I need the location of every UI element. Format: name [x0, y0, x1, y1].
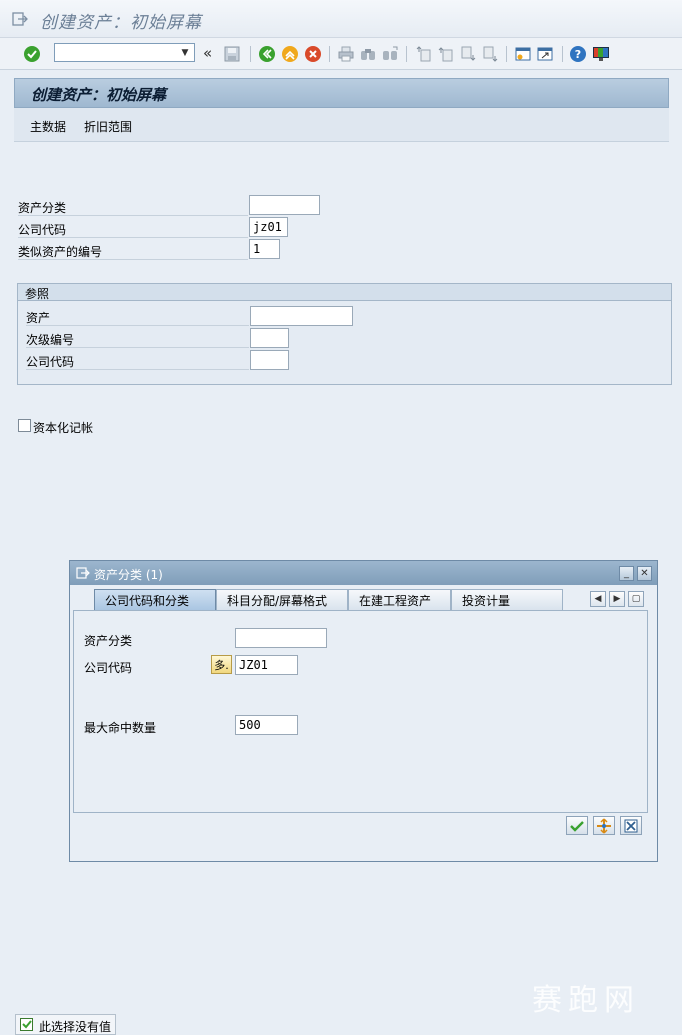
dialog-title: 资产分类 (1)	[94, 568, 163, 582]
dlg-asset-class-label: 资产分类	[84, 634, 133, 648]
ref-asset-input[interactable]	[250, 306, 353, 326]
new-search-button[interactable]	[593, 816, 615, 835]
new-session-icon[interactable]	[513, 44, 533, 64]
first-page-icon[interactable]	[414, 44, 434, 64]
enter-icon[interactable]	[22, 44, 42, 64]
help-icon[interactable]: ?	[568, 44, 588, 64]
tab-scroll-left-icon[interactable]: ◀	[590, 591, 606, 607]
cancel-box-icon	[624, 819, 638, 832]
chevron-down-icon[interactable]: ▼	[178, 45, 192, 60]
reference-group-title: 参照	[25, 287, 50, 301]
asset-class-label: 资产分类	[18, 201, 67, 215]
ref-subnumber-label: 次级编号	[26, 333, 75, 347]
dialog-title-bar: 资产分类 (1) _ ✕	[70, 561, 657, 585]
tab-account-assignment[interactable]: 科目分配/屏幕格式	[216, 589, 348, 610]
svg-text:?: ?	[575, 48, 581, 61]
status-bar: 此选择没有值	[15, 1014, 116, 1035]
exit-up-icon[interactable]	[280, 44, 300, 64]
save-icon[interactable]	[222, 44, 242, 64]
dialog-icon	[76, 567, 90, 579]
company-code-label: 公司代码	[18, 223, 67, 237]
next-page-icon[interactable]	[458, 44, 478, 64]
standard-toolbar: ▼ « ?	[0, 38, 682, 70]
search-help-dialog: 资产分类 (1) _ ✕ 公司代码和分类 科目分配/屏幕格式 在建工程资产 投资…	[69, 560, 658, 862]
tab-scroll-right-icon[interactable]: ▶	[609, 591, 625, 607]
reference-group: 参照 资产 次级编号 公司代码	[17, 283, 672, 385]
dlg-company-code-input[interactable]: JZ01	[235, 655, 298, 675]
similar-assets-input[interactable]: 1	[249, 239, 280, 259]
title-bar: 创建资产：初始屏幕	[0, 0, 682, 38]
page-title: 创建资产：初始屏幕	[31, 86, 167, 104]
back-icon[interactable]	[257, 44, 277, 64]
master-data-button[interactable]: 主数据	[30, 118, 66, 135]
post-capitalization-checkbox[interactable]	[18, 419, 31, 432]
ref-subnumber-input[interactable]	[250, 328, 289, 348]
dlg-company-code-label: 公司代码	[84, 661, 133, 675]
ref-company-code-input[interactable]	[250, 350, 289, 370]
post-capitalization-label: 资本化记帐	[33, 421, 94, 435]
max-hits-label: 最大命中数量	[84, 721, 157, 735]
status-success-icon	[20, 1018, 33, 1031]
tab-label: 科目分配/屏幕格式	[227, 593, 328, 608]
ref-asset-label: 资产	[26, 311, 51, 325]
application-toolbar: 主数据 折旧范围	[14, 108, 669, 142]
find-next-icon[interactable]	[380, 44, 400, 64]
similar-assets-label: 类似资产的编号	[18, 245, 103, 259]
exit-icon[interactable]	[12, 12, 28, 26]
layout-menu-icon[interactable]	[591, 44, 611, 64]
tab-list-icon[interactable]: ▢	[628, 591, 644, 607]
close-icon[interactable]: ✕	[637, 566, 652, 581]
print-icon[interactable]	[336, 44, 356, 64]
back-chevron-icon[interactable]: «	[203, 44, 212, 62]
command-field[interactable]: ▼	[54, 43, 195, 62]
watermark: 赛跑网	[532, 983, 640, 1018]
previous-page-icon[interactable]	[436, 44, 456, 64]
cancel-icon[interactable]	[303, 44, 323, 64]
company-code-input[interactable]: jz01	[249, 217, 288, 237]
asset-class-input[interactable]	[249, 195, 320, 215]
tab-label: 公司代码和分类	[105, 593, 190, 608]
tab-panel: 资产分类 公司代码 多. JZ01 最大命中数量 500	[73, 610, 648, 813]
tab-label: 投资计量	[462, 593, 511, 608]
last-page-icon[interactable]	[480, 44, 500, 64]
window-title: 创建资产：初始屏幕	[40, 13, 202, 33]
shortcut-icon[interactable]	[535, 44, 555, 64]
max-hits-input[interactable]: 500	[235, 715, 298, 735]
screen-header: 创建资产：初始屏幕	[14, 78, 669, 108]
checkmark-icon	[570, 820, 584, 832]
move-icon	[597, 817, 611, 834]
dialog-cancel-button[interactable]	[620, 816, 642, 835]
find-icon[interactable]	[358, 44, 378, 64]
status-message: 此选择没有值	[39, 1020, 112, 1034]
dlg-asset-class-input[interactable]	[235, 628, 327, 648]
ref-company-code-label: 公司代码	[26, 355, 75, 369]
tab-investment-measure[interactable]: 投资计量	[451, 589, 563, 610]
depreciation-areas-button[interactable]: 折旧范围	[84, 118, 132, 135]
minimize-icon[interactable]: _	[619, 566, 634, 581]
tab-company-code-class[interactable]: 公司代码和分类	[94, 589, 216, 610]
multiple-selection-button[interactable]: 多.	[211, 655, 232, 674]
tab-auc[interactable]: 在建工程资产	[348, 589, 451, 610]
continue-button[interactable]	[566, 816, 588, 835]
tab-label: 在建工程资产	[359, 593, 432, 608]
